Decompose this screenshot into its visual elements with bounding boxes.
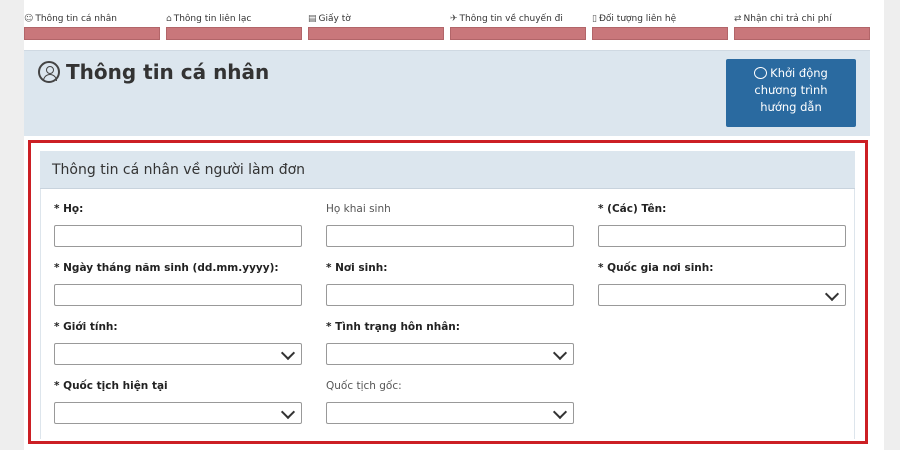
chevron-down-icon <box>280 345 296 361</box>
travel-icon: ✈ <box>450 14 458 24</box>
chevron-down-icon <box>552 404 568 420</box>
highlighted-form-frame: Thông tin cá nhân về người làm đơn * Họ:… <box>28 140 868 444</box>
surname-input[interactable] <box>54 225 302 247</box>
user-circle-icon <box>38 61 60 83</box>
application-page: ☺ Thông tin cá nhân ⌂ Thông tin liên lạc ▤… <box>24 0 884 450</box>
document-icon: ▤ <box>308 14 317 24</box>
step-progress-bar <box>24 27 160 40</box>
step-travel-info[interactable]: ✈ Thông tin về chuyến đi <box>450 12 586 40</box>
start-guide-button[interactable]: Khởi động chương trình hướng dẫn <box>726 59 856 127</box>
section-header: Thông tin cá nhân về người làm đơn <box>40 151 855 189</box>
chevron-down-icon <box>280 404 296 420</box>
place-of-birth-input[interactable] <box>326 284 574 306</box>
step-label: Đối tượng liên hệ <box>598 14 677 24</box>
chevron-down-icon <box>552 345 568 361</box>
chat-bubble-icon <box>754 67 768 79</box>
step-personal-info[interactable]: ☺ Thông tin cá nhân <box>24 12 160 40</box>
country-of-birth-select[interactable] <box>598 284 846 306</box>
marital-status-label: * Tình trạng hôn nhân: <box>326 321 460 333</box>
gender-label: * Giới tính: <box>54 321 118 333</box>
step-payment[interactable]: ⇄ Nhận chi trả chi phí <box>734 12 870 40</box>
contact-card-icon: ▯ <box>592 14 597 24</box>
gender-select[interactable] <box>54 343 302 365</box>
step-contact-info[interactable]: ⌂ Thông tin liên lạc <box>166 12 302 40</box>
step-label: Thông tin liên lạc <box>173 14 252 24</box>
date-of-birth-input[interactable] <box>54 284 302 306</box>
step-progress-bar <box>734 27 870 40</box>
country-of-birth-label: * Quốc gia nơi sinh: <box>598 262 714 274</box>
surname-label: * Họ: <box>54 203 84 215</box>
step-documents[interactable]: ▤ Giấy tờ <box>308 12 444 40</box>
page-title: Thông tin cá nhân <box>38 60 269 84</box>
step-progress-bar <box>592 27 728 40</box>
payment-icon: ⇄ <box>734 14 742 24</box>
contact-icon: ⌂ <box>166 14 172 24</box>
birth-surname-label: Họ khai sinh <box>326 203 391 215</box>
date-of-birth-label: * Ngày tháng năm sinh (dd.mm.yyyy): <box>54 262 279 274</box>
step-contact-person[interactable]: ▯ Đối tượng liên hệ <box>592 12 728 40</box>
step-label: Thông tin về chuyến đi <box>459 14 563 24</box>
place-of-birth-label: * Nơi sinh: <box>326 262 388 274</box>
page-title-text: Thông tin cá nhân <box>66 60 270 84</box>
current-nationality-label: * Quốc tịch hiện tại <box>54 380 168 392</box>
given-names-input[interactable] <box>598 225 846 247</box>
step-label: Nhận chi trả chi phí <box>743 14 832 24</box>
marital-status-select[interactable] <box>326 343 574 365</box>
original-nationality-label: Quốc tịch gốc: <box>326 380 402 392</box>
step-progress-bar <box>450 27 586 40</box>
person-circle-icon: ☺ <box>24 14 34 24</box>
birth-surname-input[interactable] <box>326 225 574 247</box>
given-names-label: * (Các) Tên: <box>598 203 667 215</box>
personal-info-form: * Họ: Họ khai sinh * (Các) Tên: * Ngày t… <box>40 189 855 439</box>
current-nationality-select[interactable] <box>54 402 302 424</box>
section-title: Thông tin cá nhân về người làm đơn <box>52 162 306 178</box>
step-progress-bar <box>308 27 444 40</box>
step-progress-bar <box>166 27 302 40</box>
step-label: Thông tin cá nhân <box>35 14 117 24</box>
step-label: Giấy tờ <box>318 14 351 24</box>
page-header: Thông tin cá nhân Khởi động chương trình… <box>24 50 870 136</box>
step-navigation: ☺ Thông tin cá nhân ⌂ Thông tin liên lạc ▤… <box>24 12 884 42</box>
chevron-down-icon <box>824 286 840 302</box>
original-nationality-select[interactable] <box>326 402 574 424</box>
